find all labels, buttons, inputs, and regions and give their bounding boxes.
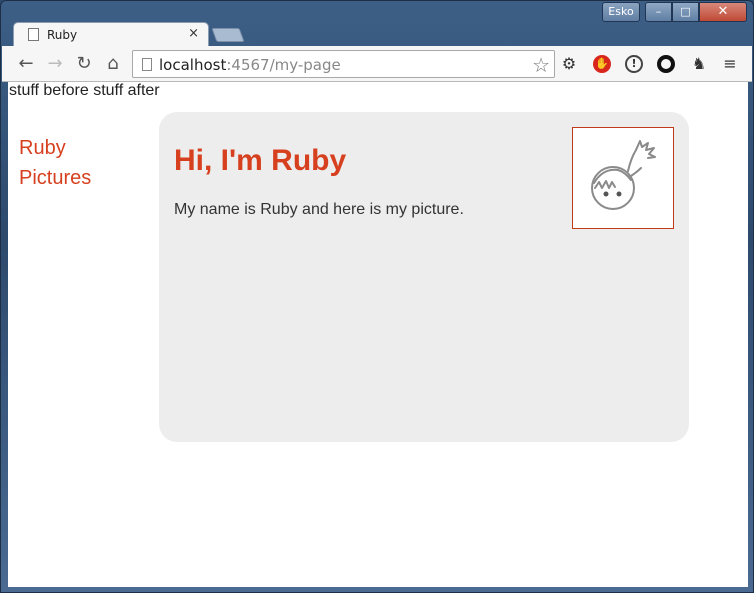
tab-ruby[interactable]: Ruby × bbox=[13, 22, 209, 47]
page-viewport: stuff before stuff after Ruby Pictures H… bbox=[8, 82, 748, 587]
tab-close-icon[interactable]: × bbox=[188, 26, 199, 41]
new-tab-button[interactable] bbox=[211, 28, 245, 42]
gear-icon[interactable]: ⚙ bbox=[558, 53, 580, 75]
nav-link-pictures[interactable]: Pictures bbox=[19, 163, 91, 193]
top-text: stuff before stuff after bbox=[9, 82, 160, 99]
maximize-button[interactable]: □ bbox=[672, 2, 699, 22]
window-controls: – □ ✕ bbox=[645, 2, 747, 22]
url-text: localhost:4567/my-page bbox=[159, 56, 341, 74]
forward-icon[interactable]: → bbox=[43, 52, 67, 76]
ruby-drawing bbox=[591, 140, 656, 210]
toolbar: ← → ↻ ⌂ localhost:4567/my-page ☆ ⚙ ✋ ! ♞… bbox=[2, 46, 752, 82]
content-card: Hi, I'm Ruby My name is Ruby and here is… bbox=[159, 112, 689, 442]
star-icon[interactable]: ☆ bbox=[532, 53, 550, 77]
back-icon[interactable]: ← bbox=[14, 52, 38, 76]
url-path: :4567/my-page bbox=[226, 56, 341, 74]
tab-title: Ruby bbox=[47, 28, 78, 42]
menu-icon[interactable]: ≡ bbox=[719, 53, 741, 75]
ring-extension-icon[interactable] bbox=[657, 55, 675, 73]
url-host: localhost bbox=[159, 56, 227, 74]
evernote-icon[interactable]: ♞ bbox=[688, 53, 710, 75]
page-heading: Hi, I'm Ruby bbox=[174, 144, 347, 177]
page-icon bbox=[28, 28, 39, 41]
side-nav: Ruby Pictures bbox=[19, 133, 91, 193]
address-bar[interactable]: localhost:4567/my-page ☆ bbox=[132, 50, 555, 78]
intro-text: My name is Ruby and here is my picture. bbox=[174, 201, 464, 218]
close-window-button[interactable]: ✕ bbox=[699, 2, 747, 22]
home-icon[interactable]: ⌂ bbox=[101, 52, 125, 76]
stop-extension-icon[interactable]: ✋ bbox=[593, 55, 611, 73]
page-icon bbox=[142, 58, 152, 71]
reload-icon[interactable]: ↻ bbox=[72, 52, 96, 76]
profile-picture bbox=[572, 127, 674, 229]
minimize-button[interactable]: – bbox=[645, 2, 672, 22]
profile-button[interactable]: Esko bbox=[602, 2, 640, 22]
browser-window: Esko – □ ✕ Ruby × ← → ↻ ⌂ localhost:4567… bbox=[0, 0, 754, 593]
info-extension-icon[interactable]: ! bbox=[625, 55, 643, 73]
nav-link-ruby[interactable]: Ruby bbox=[19, 133, 91, 163]
